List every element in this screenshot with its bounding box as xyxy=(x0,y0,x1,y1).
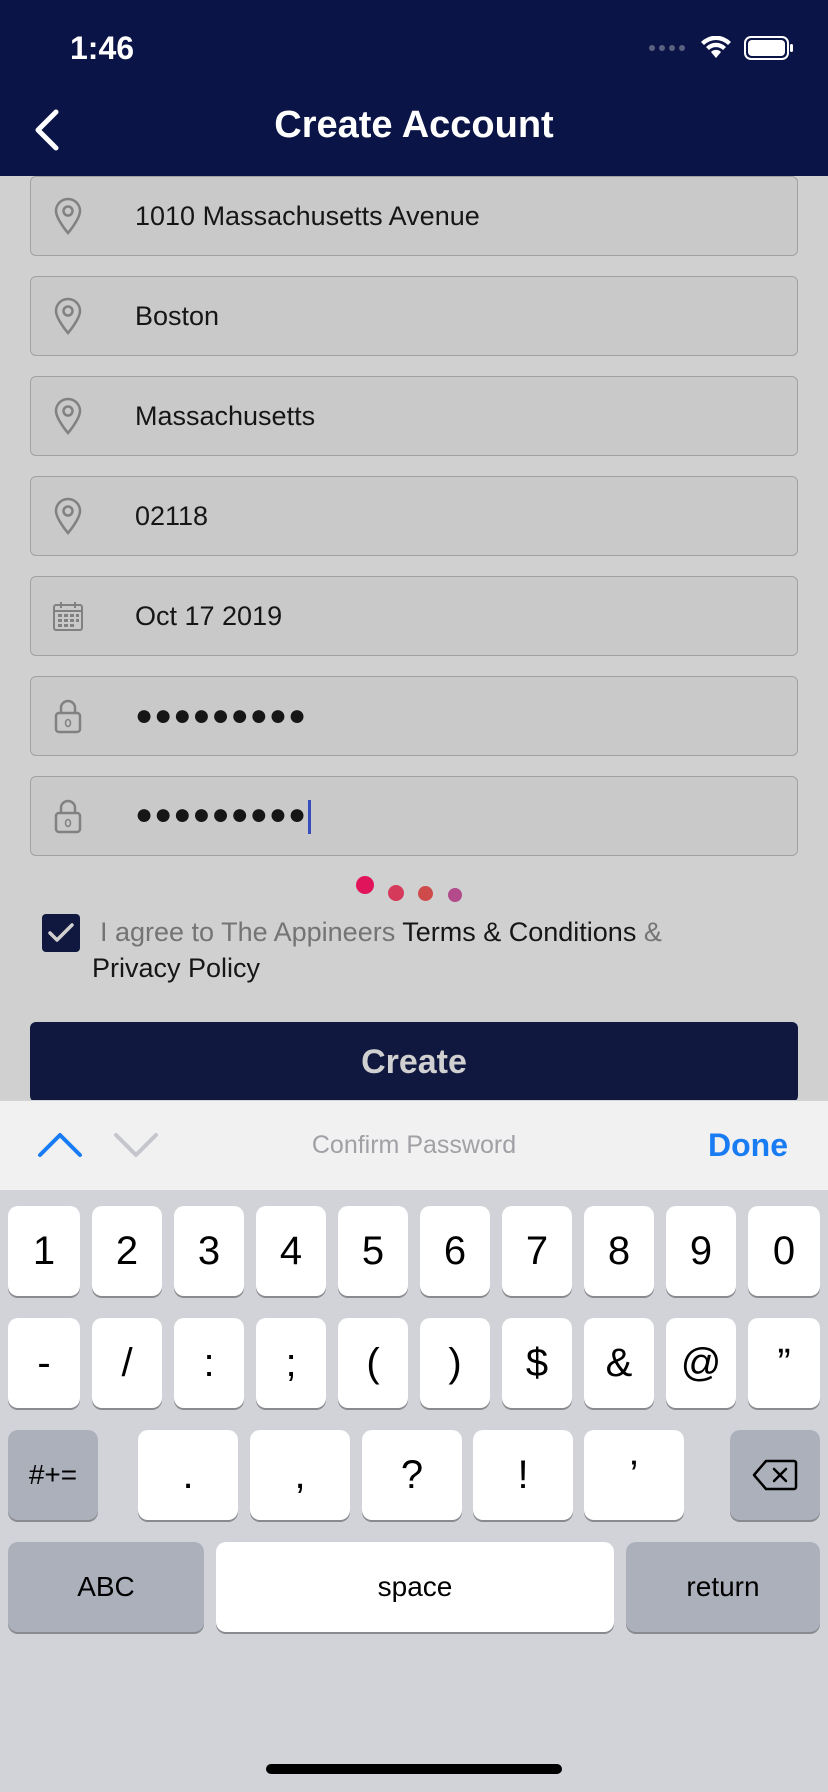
nav-header: 1:46 Create Account xyxy=(0,0,828,176)
signal-icon xyxy=(649,45,685,51)
key-6[interactable]: 6 xyxy=(420,1206,490,1296)
page-title: Create Account xyxy=(274,104,554,146)
keyboard: 1 2 3 4 5 6 7 8 9 0 - / : ; ( ) $ & @ ” … xyxy=(0,1190,828,1792)
key-comma[interactable]: , xyxy=(250,1430,350,1520)
key-close-paren[interactable]: ) xyxy=(420,1318,490,1408)
key-open-paren[interactable]: ( xyxy=(338,1318,408,1408)
key-colon[interactable]: : xyxy=(174,1318,244,1408)
space-key[interactable]: space xyxy=(216,1542,614,1632)
status-icons xyxy=(648,36,794,60)
key-semicolon[interactable]: ; xyxy=(256,1318,326,1408)
key-3[interactable]: 3 xyxy=(174,1206,244,1296)
key-question[interactable]: ? xyxy=(362,1430,462,1520)
key-apostrophe[interactable]: ’ xyxy=(584,1430,684,1520)
key-quote[interactable]: ” xyxy=(748,1318,820,1408)
abc-key[interactable]: ABC xyxy=(8,1542,204,1632)
loading-spinner xyxy=(356,876,466,906)
delete-key[interactable] xyxy=(730,1430,820,1520)
home-indicator xyxy=(266,1764,562,1774)
key-exclamation[interactable]: ! xyxy=(473,1430,573,1520)
battery-icon xyxy=(744,36,793,60)
spinner-dot xyxy=(448,888,462,902)
key-2[interactable]: 2 xyxy=(92,1206,162,1296)
key-8[interactable]: 8 xyxy=(584,1206,654,1296)
done-button[interactable]: Done xyxy=(708,1127,788,1164)
wifi-icon xyxy=(701,36,731,58)
key-dollar[interactable]: $ xyxy=(502,1318,572,1408)
key-7[interactable]: 7 xyxy=(502,1206,572,1296)
key-at[interactable]: @ xyxy=(666,1318,736,1408)
keyboard-toolbar: Confirm Password Done xyxy=(0,1100,828,1190)
key-9[interactable]: 9 xyxy=(666,1206,736,1296)
key-period[interactable]: . xyxy=(138,1430,238,1520)
key-slash[interactable]: / xyxy=(92,1318,162,1408)
key-4[interactable]: 4 xyxy=(256,1206,326,1296)
key-hyphen[interactable]: - xyxy=(8,1318,80,1408)
key-1[interactable]: 1 xyxy=(8,1206,80,1296)
spinner-dot xyxy=(356,876,374,894)
spinner-dot xyxy=(418,886,433,901)
toolbar-field-label: Confirm Password xyxy=(311,1131,517,1159)
loading-overlay xyxy=(0,176,828,1100)
backspace-icon xyxy=(752,1459,798,1491)
key-ampersand[interactable]: & xyxy=(584,1318,654,1408)
status-time: 1:46 xyxy=(70,30,135,66)
key-5[interactable]: 5 xyxy=(338,1206,408,1296)
symbols-key[interactable]: #+= xyxy=(8,1430,98,1520)
return-key[interactable]: return xyxy=(626,1542,820,1632)
key-0[interactable]: 0 xyxy=(748,1206,820,1296)
spinner-dot xyxy=(388,885,404,901)
